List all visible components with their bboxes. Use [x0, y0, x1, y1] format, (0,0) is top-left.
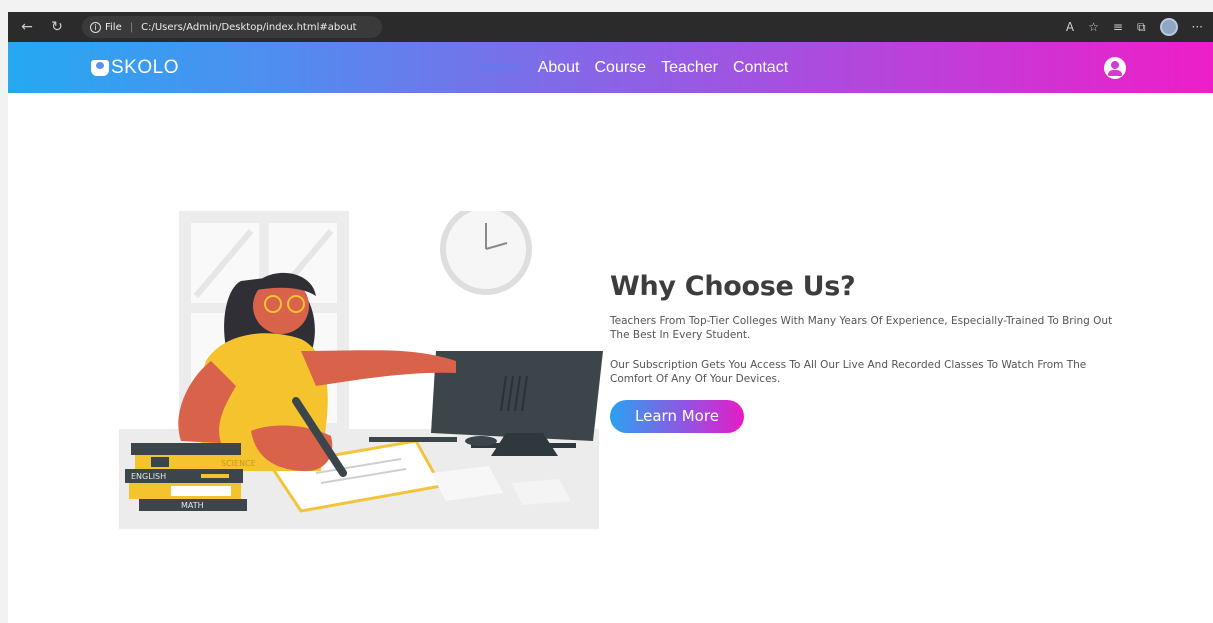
- profile-avatar[interactable]: [1159, 18, 1178, 36]
- browser-actions: A ☆ ≡ ⧉ ···: [1066, 18, 1203, 36]
- learn-more-button[interactable]: Learn More: [610, 400, 744, 433]
- read-aloud-icon[interactable]: A: [1066, 20, 1074, 34]
- nav-link-contact[interactable]: Contact: [733, 59, 788, 77]
- info-icon[interactable]: i: [90, 21, 101, 33]
- nav-link-course[interactable]: Course: [595, 59, 647, 77]
- teacher-illustration: SCIENCE ENGLISH MATH: [119, 211, 603, 529]
- back-arrow-icon[interactable]: ←: [16, 16, 38, 38]
- nav-link-teacher[interactable]: Teacher: [661, 59, 718, 77]
- graduate-icon: [91, 59, 109, 76]
- more-menu-icon[interactable]: ···: [1192, 20, 1203, 34]
- about-section: SCIENCE ENGLISH MATH Why Choose Us? Teac…: [8, 93, 1213, 623]
- section-heading: Why Choose Us?: [610, 271, 856, 302]
- user-account-icon[interactable]: [1104, 56, 1126, 79]
- english-label: ENGLISH: [131, 472, 166, 481]
- nav-link-about[interactable]: About: [538, 59, 580, 77]
- paragraph-subscription: Our Subscription Gets You Access To All …: [610, 359, 1087, 385]
- math-label: MATH: [181, 501, 204, 510]
- favorite-icon[interactable]: ☆: [1088, 20, 1099, 34]
- paragraph-teachers: Teachers From Top-Tier Colleges With Man…: [610, 315, 1113, 341]
- about-text: Why Choose Us? Teachers From Top-Tier Co…: [610, 271, 1130, 433]
- address-bar[interactable]: i File | C:/Users/Admin/Desktop/index.ht…: [82, 16, 382, 38]
- collections-icon[interactable]: ⧉: [1137, 20, 1146, 35]
- address-separator: |: [129, 21, 134, 33]
- file-label: File: [105, 21, 122, 33]
- science-label: SCIENCE: [221, 459, 256, 468]
- site-logo[interactable]: SKOLO: [91, 57, 179, 79]
- url-text[interactable]: C:/Users/Admin/Desktop/index.html#about: [141, 22, 357, 33]
- keyboard: [369, 437, 457, 442]
- book-stack: SCIENCE ENGLISH MATH: [125, 443, 256, 511]
- nav-link-home[interactable]: Home: [480, 59, 523, 77]
- browser-toolbar: ← ↻ i File | C:/Users/Admin/Desktop/inde…: [8, 12, 1213, 42]
- favorites-list-icon[interactable]: ≡: [1113, 20, 1123, 34]
- logo-text: SKOLO: [111, 56, 179, 78]
- nav-links: Home About Course Teacher Contact: [480, 59, 788, 77]
- mouse: [465, 436, 497, 446]
- site-navbar: SKOLO Home About Course Teacher Contact: [8, 42, 1213, 93]
- wall-clock-icon: [440, 211, 532, 295]
- refresh-icon[interactable]: ↻: [46, 16, 68, 38]
